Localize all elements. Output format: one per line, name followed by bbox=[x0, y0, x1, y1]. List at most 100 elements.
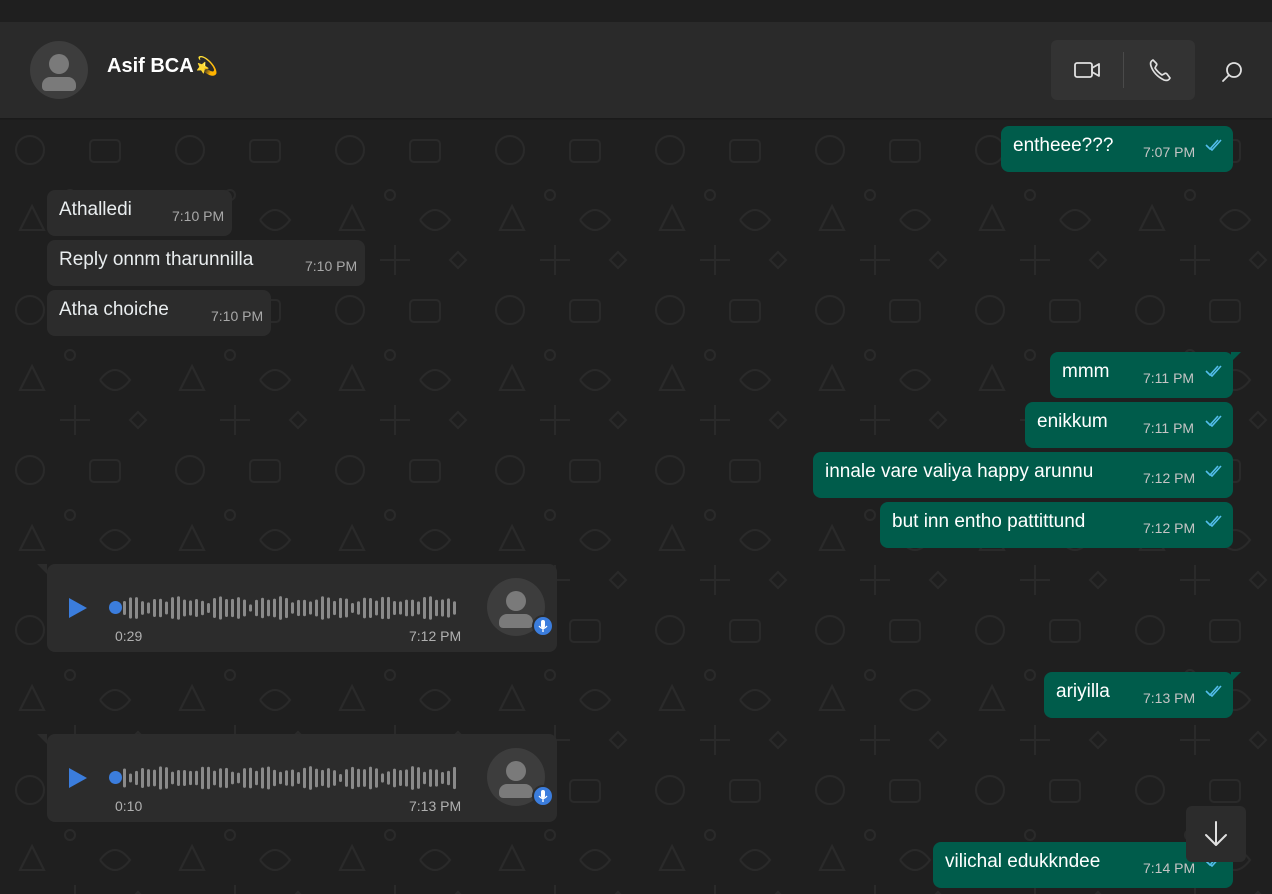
waveform-bar bbox=[297, 599, 300, 617]
waveform-bar bbox=[141, 601, 144, 615]
waveform-bar bbox=[381, 596, 384, 620]
waveform-bar bbox=[219, 596, 222, 620]
waveform-bar bbox=[267, 766, 270, 790]
waveform-bar bbox=[423, 596, 426, 620]
playback-scrubber[interactable] bbox=[109, 771, 122, 784]
waveform-bar bbox=[399, 769, 402, 787]
waveform-bar bbox=[273, 769, 276, 787]
waveform-bar bbox=[159, 598, 162, 618]
waveform-bar bbox=[189, 600, 192, 616]
read-ticks-icon bbox=[1205, 465, 1222, 477]
waveform-bar bbox=[213, 598, 216, 618]
waveform-bar bbox=[201, 766, 204, 790]
waveform-bar bbox=[207, 766, 210, 790]
video-call-icon bbox=[1074, 62, 1100, 78]
waveform-bar bbox=[141, 767, 144, 789]
search-icon bbox=[1222, 62, 1242, 82]
waveform-bar bbox=[291, 769, 294, 787]
voice-message: 0:29 7:12 PM bbox=[47, 564, 557, 652]
waveform-bar bbox=[387, 596, 390, 620]
waveform-bar bbox=[363, 597, 366, 619]
message-time: 7:11 PM bbox=[1143, 370, 1195, 386]
scroll-to-bottom-button[interactable] bbox=[1186, 806, 1246, 862]
voice-call-button[interactable] bbox=[1124, 40, 1195, 100]
waveform-bar bbox=[165, 601, 168, 615]
voice-message: 0:10 7:13 PM bbox=[47, 734, 557, 822]
waveform-bar bbox=[411, 766, 414, 790]
voice-duration: 0:10 bbox=[115, 798, 143, 814]
message-text: mmm bbox=[1062, 361, 1110, 382]
message-list[interactable]: entheee??? 7:07 PM Athalledi 7:10 PM Rep… bbox=[0, 120, 1272, 894]
waveform-bar bbox=[171, 597, 174, 619]
voice-waveform[interactable] bbox=[123, 592, 463, 624]
message-bubble-incoming[interactable]: Reply onnm tharunnilla 7:10 PM bbox=[47, 240, 365, 286]
voice-call-icon bbox=[1149, 59, 1171, 82]
waveform-bar bbox=[123, 768, 126, 788]
message-time: 7:13 PM bbox=[1143, 690, 1196, 706]
waveform-bar bbox=[435, 599, 438, 617]
waveform-bar bbox=[285, 597, 288, 619]
waveform-bar bbox=[441, 599, 444, 617]
waveform-bar bbox=[261, 597, 264, 619]
waveform-bar bbox=[381, 773, 384, 783]
waveform-bar bbox=[231, 771, 234, 785]
contact-name[interactable]: Asif BCA 💫 bbox=[107, 55, 218, 78]
waveform-bar bbox=[429, 769, 432, 787]
waveform-bar bbox=[351, 602, 354, 614]
waveform-bar bbox=[327, 597, 330, 619]
waveform-bar bbox=[129, 773, 132, 783]
waveform-bar bbox=[249, 604, 252, 612]
waveform-bar bbox=[447, 770, 450, 786]
waveform-bar bbox=[171, 771, 174, 785]
waveform-bar bbox=[435, 769, 438, 787]
waveform-bar bbox=[135, 770, 138, 786]
waveform-bar bbox=[375, 600, 378, 616]
title-strip bbox=[0, 0, 1272, 22]
chat-header: Asif BCA 💫 bbox=[0, 22, 1272, 119]
message-text: but inn entho pattittund bbox=[892, 511, 1086, 532]
waveform-bar bbox=[321, 596, 324, 620]
message-bubble-outgoing[interactable]: ariyilla 7:13 PM bbox=[1044, 672, 1233, 718]
waveform-bar bbox=[123, 601, 126, 615]
waveform-bar bbox=[417, 601, 420, 615]
message-bubble-outgoing[interactable]: mmm 7:11 PM bbox=[1050, 352, 1233, 398]
voice-waveform[interactable] bbox=[123, 762, 463, 794]
waveform-bar bbox=[309, 601, 312, 615]
message-bubble-incoming[interactable]: Athalledi 7:10 PM bbox=[47, 190, 232, 236]
message-bubble-outgoing[interactable]: innale vare valiya happy arunnu 7:12 PM bbox=[813, 452, 1233, 498]
waveform-bar bbox=[237, 597, 240, 619]
waveform-bar bbox=[189, 770, 192, 786]
waveform-bar bbox=[153, 769, 156, 787]
play-button[interactable] bbox=[67, 766, 89, 790]
playback-scrubber[interactable] bbox=[109, 601, 122, 614]
bubble-tail bbox=[37, 564, 47, 574]
waveform-bar bbox=[273, 598, 276, 618]
read-ticks-icon bbox=[1205, 685, 1222, 697]
play-button[interactable] bbox=[67, 596, 89, 620]
waveform-bar bbox=[315, 599, 318, 617]
contact-emoji: 💫 bbox=[195, 56, 219, 76]
message-bubble-incoming[interactable]: Atha choiche 7:10 PM bbox=[47, 290, 271, 336]
video-call-button[interactable] bbox=[1051, 40, 1123, 100]
call-button-group bbox=[1051, 40, 1195, 100]
search-button[interactable] bbox=[1210, 52, 1254, 92]
waveform-bar bbox=[213, 770, 216, 786]
waveform-bar bbox=[393, 768, 396, 788]
waveform-bar bbox=[285, 770, 288, 786]
message-bubble-outgoing[interactable]: entheee??? 7:07 PM bbox=[1001, 126, 1233, 172]
waveform-bar bbox=[399, 601, 402, 615]
waveform-bar bbox=[345, 769, 348, 787]
waveform-bar bbox=[309, 766, 312, 790]
waveform-bar bbox=[339, 773, 342, 783]
message-bubble-outgoing[interactable]: enikkum 7:11 PM bbox=[1025, 402, 1233, 448]
waveform-bar bbox=[159, 766, 162, 790]
waveform-bar bbox=[207, 603, 210, 613]
waveform-bar bbox=[363, 769, 366, 787]
message-bubble-outgoing[interactable]: but inn entho pattittund 7:12 PM bbox=[880, 502, 1233, 548]
waveform-bar bbox=[225, 767, 228, 789]
mic-icon bbox=[532, 615, 554, 637]
waveform-bar bbox=[423, 771, 426, 785]
waveform-bar bbox=[333, 770, 336, 786]
contact-avatar[interactable] bbox=[30, 41, 88, 99]
waveform-bar bbox=[225, 599, 228, 617]
